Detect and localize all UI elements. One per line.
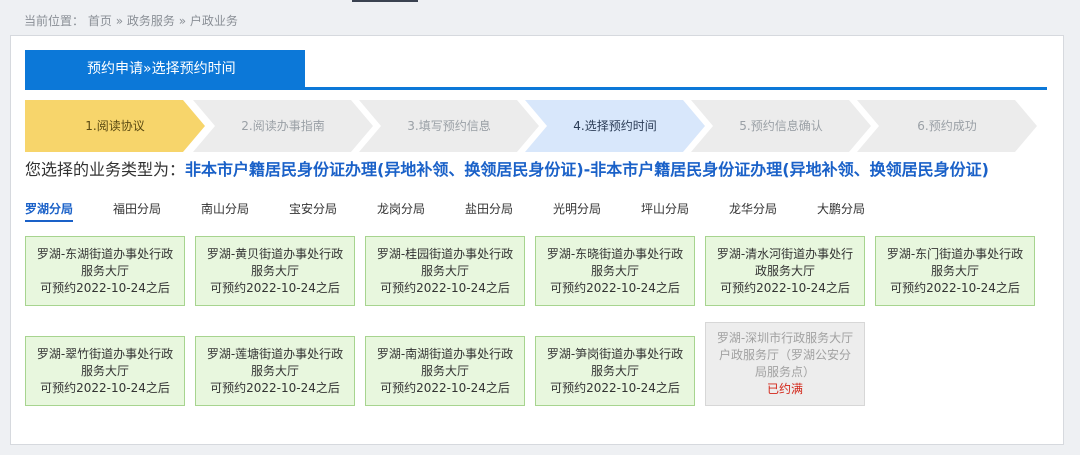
step-2: 2.阅读办事指南 — [193, 100, 373, 152]
tab-guangming[interactable]: 光明分局 — [553, 200, 601, 217]
card-line1: 罗湖-南湖街道办事处行政 — [376, 346, 514, 361]
card-line2: 服务大厅 — [420, 263, 469, 278]
breadcrumb: 当前位置： 首页 » 政务服务 » 户政业务 — [24, 12, 238, 29]
card-line3: 可预约2022-10-24之后 — [890, 280, 1020, 295]
step-6: 6.预约成功 — [857, 100, 1037, 152]
business-type-line: 您选择的业务类型为：非本市户籍居民身份证办理(异地补领、换领居民身份证)-非本市… — [25, 156, 989, 180]
district-tabs: 罗湖分局 福田分局 南山分局 宝安分局 龙岗分局 盐田分局 光明分局 坪山分局 … — [25, 200, 1047, 222]
service-hall-card-full: 罗湖-深圳市行政服务大厅 户政服务厅（罗湖公安分 局服务点） 已约满 — [705, 322, 865, 406]
breadcrumb-prefix: 当前位置： — [24, 14, 85, 28]
card-line2: 户政服务厅（罗湖公安分 — [718, 348, 851, 362]
card-line2: 服务大厅 — [420, 363, 469, 378]
card-line2: 服务大厅 — [80, 363, 129, 378]
card-line2: 服务大厅 — [80, 263, 129, 278]
step-1: 1.阅读协议 — [25, 100, 205, 152]
breadcrumb-sep: » — [115, 14, 124, 28]
step-5: 5.预约信息确认 — [691, 100, 871, 152]
card-line3: 可预约2022-10-24之后 — [40, 280, 170, 295]
card-line2: 服务大厅 — [930, 263, 979, 278]
tab-luohu[interactable]: 罗湖分局 — [25, 200, 74, 222]
page-title: 预约申请»选择预约时间 — [25, 50, 305, 88]
tab-baoan[interactable]: 宝安分局 — [289, 200, 337, 217]
title-underline — [25, 87, 1047, 90]
card-line1: 罗湖-深圳市行政服务大厅 — [716, 331, 854, 345]
main-panel: 预约申请»选择预约时间 1.阅读协议 2.阅读办事指南 3.填写预约信息 4.选… — [10, 35, 1064, 445]
card-line3: 可预约2022-10-24之后 — [210, 380, 340, 395]
business-type-label: 您选择的业务类型为： — [25, 160, 186, 179]
card-line3: 可预约2022-10-24之后 — [210, 280, 340, 295]
breadcrumb-current[interactable]: 户政业务 — [190, 14, 238, 28]
tab-futian[interactable]: 福田分局 — [113, 200, 161, 217]
card-line1: 罗湖-桂园街道办事处行政 — [376, 246, 514, 261]
service-hall-card[interactable]: 罗湖-翠竹街道办事处行政 服务大厅 可预约2022-10-24之后 — [25, 336, 185, 406]
card-line2: 服务大厅 — [590, 363, 639, 378]
card-line1: 罗湖-东门街道办事处行政 — [886, 246, 1024, 261]
business-type-value: 非本市户籍居民身份证办理(异地补领、换领居民身份证)-非本市户籍居民身份证办理(… — [185, 160, 989, 179]
card-line3: 局服务点） — [754, 365, 815, 379]
service-hall-card[interactable]: 罗湖-莲塘街道办事处行政 服务大厅 可预约2022-10-24之后 — [195, 336, 355, 406]
top-bar-mark — [352, 0, 418, 2]
card-line1: 罗湖-东晓街道办事处行政 — [546, 246, 684, 261]
service-hall-card[interactable]: 罗湖-东湖街道办事处行政 服务大厅 可预约2022-10-24之后 — [25, 236, 185, 306]
service-hall-card[interactable]: 罗湖-桂园街道办事处行政 服务大厅 可预约2022-10-24之后 — [365, 236, 525, 306]
service-hall-card[interactable]: 罗湖-东晓街道办事处行政 服务大厅 可预约2022-10-24之后 — [535, 236, 695, 306]
card-line3: 可预约2022-10-24之后 — [550, 280, 680, 295]
breadcrumb-home[interactable]: 首页 — [88, 14, 112, 28]
fully-booked-badge: 已约满 — [766, 382, 803, 396]
card-line1: 罗湖-莲塘街道办事处行政 — [206, 346, 344, 361]
tab-dapeng[interactable]: 大鹏分局 — [817, 200, 865, 217]
breadcrumb-gov[interactable]: 政务服务 — [127, 14, 175, 28]
breadcrumb-sep: » — [178, 14, 187, 28]
service-hall-card[interactable]: 罗湖-黄贝街道办事处行政 服务大厅 可预约2022-10-24之后 — [195, 236, 355, 306]
service-hall-card[interactable]: 罗湖-笋岗街道办事处行政 服务大厅 可预约2022-10-24之后 — [535, 336, 695, 406]
card-line2: 服务大厅 — [250, 363, 299, 378]
card-line1: 罗湖-翠竹街道办事处行政 — [36, 346, 174, 361]
card-line3: 可预约2022-10-24之后 — [550, 380, 680, 395]
card-line3: 可预约2022-10-24之后 — [380, 380, 510, 395]
card-line2: 服务大厅 — [590, 263, 639, 278]
card-line3: 可预约2022-10-24之后 — [40, 380, 170, 395]
service-hall-card[interactable]: 罗湖-南湖街道办事处行政 服务大厅 可预约2022-10-24之后 — [365, 336, 525, 406]
tab-nanshan[interactable]: 南山分局 — [201, 200, 249, 217]
card-line2: 服务大厅 — [250, 263, 299, 278]
step-3: 3.填写预约信息 — [359, 100, 539, 152]
card-line1: 罗湖-笋岗街道办事处行政 — [546, 346, 684, 361]
step-progress: 1.阅读协议 2.阅读办事指南 3.填写预约信息 4.选择预约时间 5.预约信息… — [25, 100, 1047, 152]
service-hall-card[interactable]: 罗湖-东门街道办事处行政 服务大厅 可预约2022-10-24之后 — [875, 236, 1035, 306]
tab-pingshan[interactable]: 坪山分局 — [641, 200, 689, 217]
card-line1: 罗湖-东湖街道办事处行政 — [36, 246, 174, 261]
card-line1: 罗湖-黄贝街道办事处行政 — [206, 246, 344, 261]
card-line1: 罗湖-清水河街道办事处行 — [716, 246, 854, 261]
tab-longgang[interactable]: 龙岗分局 — [377, 200, 425, 217]
card-line3: 可预约2022-10-24之后 — [380, 280, 510, 295]
card-line2: 政服务大厅 — [754, 263, 815, 278]
card-line3: 可预约2022-10-24之后 — [720, 280, 850, 295]
tab-yantian[interactable]: 盐田分局 — [465, 200, 513, 217]
tab-longhua[interactable]: 龙华分局 — [729, 200, 777, 217]
service-hall-card[interactable]: 罗湖-清水河街道办事处行 政服务大厅 可预约2022-10-24之后 — [705, 236, 865, 306]
step-4: 4.选择预约时间 — [525, 100, 705, 152]
